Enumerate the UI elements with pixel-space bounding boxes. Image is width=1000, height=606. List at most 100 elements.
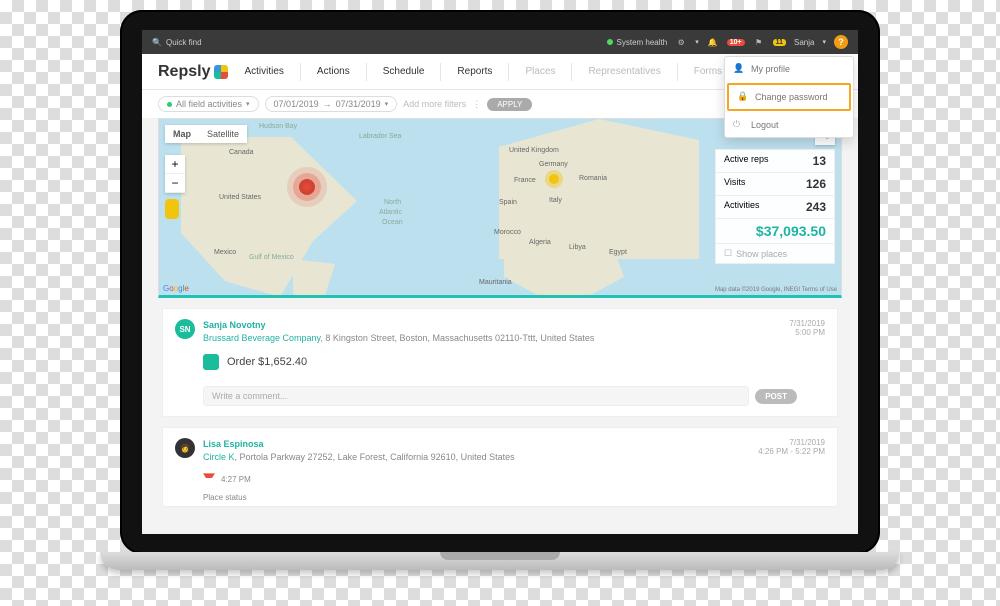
help-icon[interactable]: ? [834, 35, 848, 49]
feed-card: 👩 Lisa Espinosa Circle K, Portola Parkwa… [162, 427, 838, 507]
separator [300, 63, 301, 81]
feed-card: SN Sanja Novotny Brussard Beverage Compa… [162, 308, 838, 417]
map-label: Atlantic [379, 209, 402, 216]
menu-change-password[interactable]: 🔒 Change password [727, 83, 851, 111]
notification-badge: 10+ [727, 39, 745, 46]
nav-activities[interactable]: Activities [244, 66, 283, 77]
nav-reports[interactable]: Reports [457, 66, 492, 77]
stat-value: 243 [806, 200, 826, 214]
menu-my-profile[interactable]: 👤 My profile [725, 57, 853, 81]
status-dot-icon [607, 39, 613, 45]
laptop-notch [440, 552, 560, 560]
map-pin-secondary[interactable] [549, 174, 559, 184]
pegman-icon[interactable] [165, 199, 179, 219]
quick-find-placeholder: Quick find [166, 38, 202, 47]
arrow-right-icon: → [323, 99, 332, 109]
activity-type-label: All field activities [176, 99, 242, 109]
chevron-down-icon[interactable]: ▾ [822, 38, 826, 46]
separator [677, 63, 678, 81]
feed-time: 4:26 PM - 5:22 PM [758, 447, 825, 456]
map-label: Egypt [609, 249, 627, 256]
place-link[interactable]: Circle K [203, 452, 235, 462]
post-button[interactable]: POST [755, 389, 797, 404]
gear-icon[interactable]: ⚙ [675, 36, 687, 48]
date-range-select[interactable]: 07/01/2019 → 07/31/2019 ▾ [265, 96, 398, 112]
zoom-out-button[interactable]: − [165, 174, 185, 193]
system-health-label: System health [617, 38, 668, 47]
search-icon: 🔍 [152, 38, 162, 47]
activity-type-select[interactable]: All field activities ▾ [158, 96, 259, 112]
flag-icon[interactable]: ⚑ [753, 36, 765, 48]
map-label: Libya [569, 244, 586, 251]
status-time: 4:27 PM [221, 475, 251, 484]
avatar[interactable]: SN [175, 319, 195, 339]
place-link[interactable]: Brussard Beverage Company [203, 333, 320, 343]
nav-representatives[interactable]: Representatives [588, 66, 660, 77]
system-health[interactable]: System health [607, 38, 668, 47]
show-places-toggle[interactable]: ☐ Show places [716, 243, 834, 263]
status-row: 4:27 PM [163, 469, 837, 489]
nav-actions[interactable]: Actions [317, 66, 350, 77]
separator [366, 63, 367, 81]
land-shape [159, 137, 379, 297]
map-label: Hudson Bay [259, 123, 297, 130]
status-label-row: Place status [163, 489, 837, 506]
nav-forms[interactable]: Forms [694, 66, 722, 77]
top-bar: 🔍 Quick find System health ⚙ ▾ 🔔 10+ ⚑ 1… [142, 30, 858, 54]
comment-input[interactable]: Write a comment... [203, 386, 749, 406]
map-label: Italy [549, 197, 562, 204]
checkbox-icon: ☐ [724, 248, 732, 259]
nav-places[interactable]: Places [525, 66, 555, 77]
user-name[interactable]: Lisa Espinosa [203, 439, 264, 449]
chevron-down-icon[interactable]: ▾ [695, 38, 699, 46]
map-label: North [384, 199, 401, 206]
menu-logout[interactable]: ⏻ Logout [725, 113, 853, 137]
user-name[interactable]: Sanja Novotny [203, 320, 266, 330]
map-label: United Kingdom [509, 147, 559, 154]
address-text: , 8 Kingston Street, Boston, Massachuset… [320, 333, 594, 343]
menu-label: My profile [751, 64, 790, 74]
map-label: Ocean [382, 219, 403, 226]
feed-time: 5:00 PM [789, 328, 825, 337]
stat-label: Visits [724, 177, 745, 191]
map-label: France [514, 177, 536, 184]
separator [440, 63, 441, 81]
map-pin-primary[interactable] [299, 179, 315, 195]
quick-find[interactable]: 🔍 Quick find [152, 38, 202, 47]
power-icon: ⏻ [733, 119, 745, 131]
avatar[interactable]: 👩 [175, 438, 195, 458]
map-label: Spain [499, 199, 517, 206]
show-places-label: Show places [736, 249, 787, 259]
map-label: Romania [579, 175, 607, 182]
google-logo: Google [163, 284, 189, 293]
add-filters-link[interactable]: Add more filters [403, 99, 466, 109]
stat-label: Activities [724, 200, 760, 214]
logo[interactable]: Repsly [158, 63, 228, 81]
map-type-tabs: Map Satellite [165, 125, 247, 143]
separator [508, 63, 509, 81]
date-to: 07/31/2019 [336, 99, 381, 109]
stat-value: 13 [813, 154, 826, 168]
funnel-icon [203, 473, 215, 485]
map-label: Labrador Sea [359, 133, 401, 140]
feed-date: 7/31/2019 [758, 438, 825, 447]
map-label: Mexico [214, 249, 236, 256]
map[interactable]: Hudson Bay Labrador Sea North Atlantic O… [158, 118, 842, 298]
more-icon[interactable]: ⋮ [472, 99, 481, 110]
address-text: , Portola Parkway 27252, Lake Forest, Ca… [235, 452, 515, 462]
order-icon [203, 354, 219, 370]
tab-satellite[interactable]: Satellite [199, 125, 247, 143]
zoom-in-button[interactable]: + [165, 155, 185, 174]
activity-feed: SN Sanja Novotny Brussard Beverage Compa… [142, 298, 858, 507]
chevron-down-icon: ▾ [246, 100, 250, 108]
map-label: Morocco [494, 229, 521, 236]
bell-icon[interactable]: 🔔 [707, 36, 719, 48]
zoom-control: + − [165, 155, 185, 193]
tab-map[interactable]: Map [165, 125, 199, 143]
username-label[interactable]: Sanja [794, 38, 814, 47]
order-row[interactable]: Order $1,652.40 [163, 350, 837, 380]
apply-button[interactable]: APPLY [487, 98, 532, 111]
logo-mark-icon [214, 65, 228, 79]
nav-schedule[interactable]: Schedule [383, 66, 425, 77]
map-attribution: Map data ©2019 Google, INEGI Terms of Us… [715, 287, 837, 293]
